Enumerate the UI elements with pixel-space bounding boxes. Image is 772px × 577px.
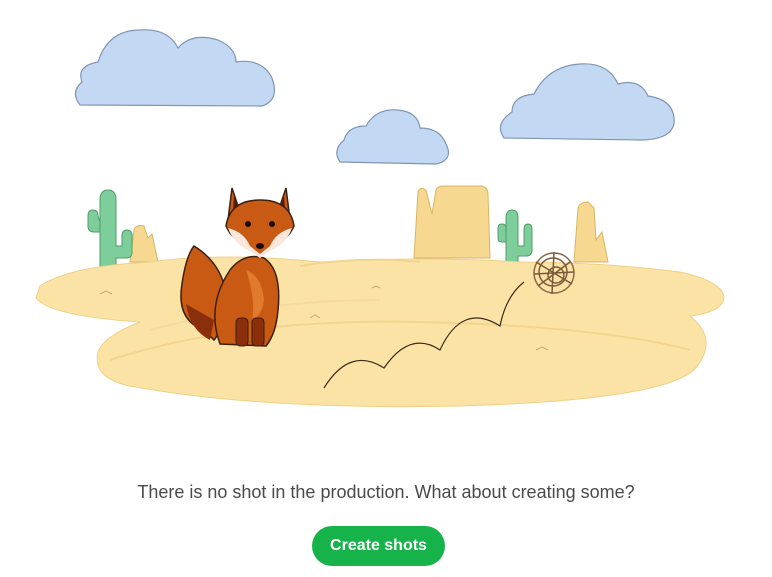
cloud-icon	[499, 63, 675, 141]
cloud-icon	[336, 109, 449, 165]
mesa-rock-icon	[413, 185, 491, 259]
mesa-rock-icon	[129, 225, 159, 263]
sand-dunes	[35, 256, 725, 408]
desert-illustration	[35, 29, 725, 408]
cloud-icon	[74, 29, 275, 107]
mesa-rock-icon	[573, 201, 609, 263]
empty-state-message: There is no shot in the production. What…	[137, 482, 635, 502]
create-shots-button[interactable]: Create shots	[312, 526, 445, 566]
